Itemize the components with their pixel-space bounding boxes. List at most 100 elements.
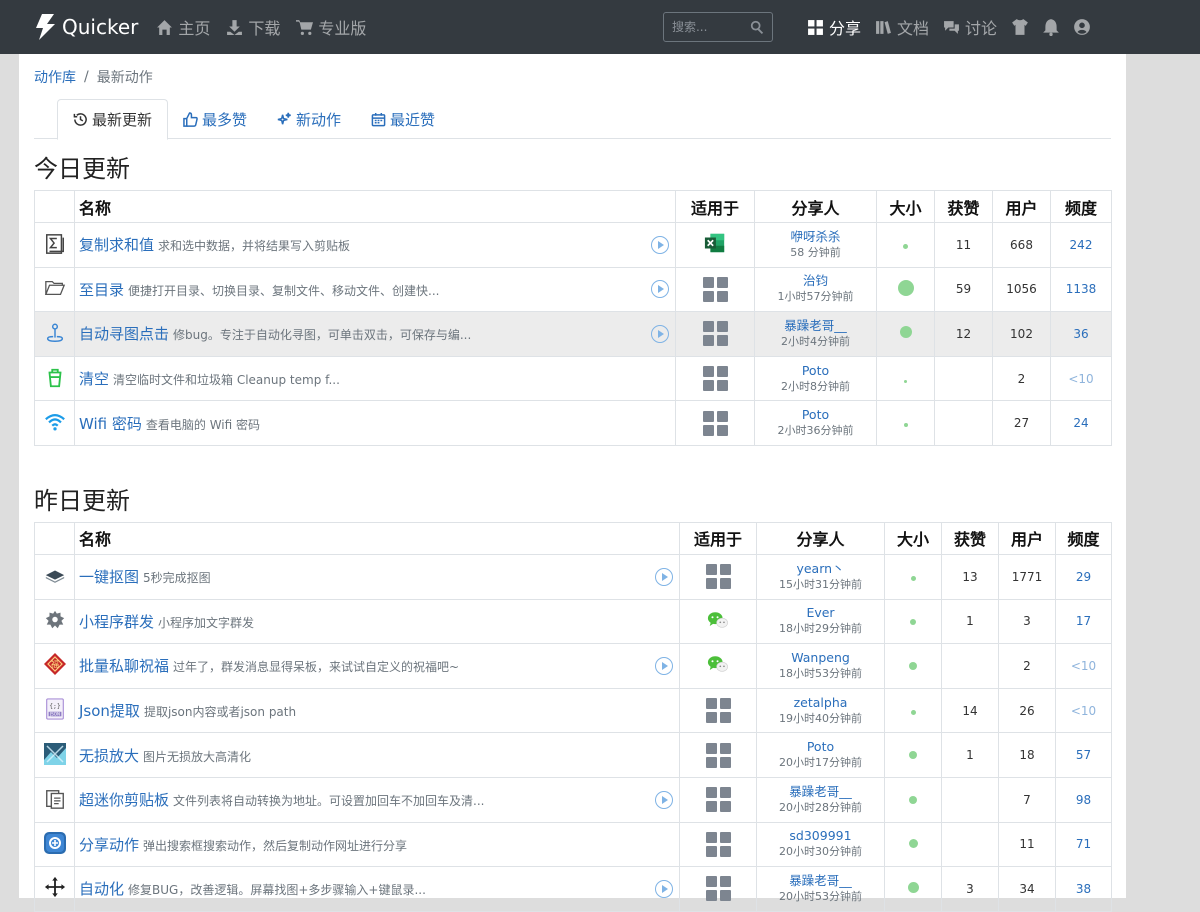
update-time: 20小时28分钟前 xyxy=(779,800,862,814)
play-video-icon[interactable] xyxy=(651,324,669,343)
action-name-link[interactable]: 一键抠图 xyxy=(79,568,139,586)
pin-icon xyxy=(43,321,67,345)
sharer-link[interactable]: Ever xyxy=(757,605,884,621)
likes-cell xyxy=(941,643,999,689)
bell-icon[interactable] xyxy=(1042,18,1060,36)
action-name-cell: 清空 清空临时文件和垃圾箱 Cleanup temp f... xyxy=(74,355,676,402)
table-row[interactable]: 福 批量私聊祝福 过年了，群发消息显得呆板，来试试自定义的祝福吧~ Wanpeng… xyxy=(34,643,1112,689)
sharer-cell: 暴躁老哥__ 2小时4分钟前 xyxy=(754,311,877,357)
sharer-link[interactable]: sd309991 xyxy=(757,828,884,844)
action-name-link[interactable]: 分享动作 xyxy=(79,836,139,854)
sharer-link[interactable]: Poto xyxy=(755,363,876,379)
tab-recent-likes[interactable]: 最近赞 xyxy=(356,99,450,139)
frequency-cell: 57 xyxy=(1055,732,1112,778)
nav-download[interactable]: 下载 xyxy=(226,15,280,39)
action-name-link[interactable]: 至目录 xyxy=(79,281,124,299)
yesterday-table: 名称 适用于 分享人 大小 获赞 用户 频度 一键抠图 5秒完成抠图 yearn丶… xyxy=(34,521,1112,912)
sharer-link[interactable]: 暴躁老哥__ xyxy=(757,873,884,889)
play-video-icon[interactable] xyxy=(655,879,673,898)
size-dot xyxy=(909,751,917,760)
likes-cell xyxy=(941,776,999,823)
size-cell xyxy=(884,732,942,778)
action-icon-cell xyxy=(34,821,75,868)
action-name-link[interactable]: 超迷你剪贴板 xyxy=(79,791,169,809)
play-video-icon[interactable] xyxy=(655,567,673,586)
table-row[interactable]: 至目录 便捷打开目录、切换目录、复制文件、移动文件、创建快... 治钧 1小时57分… xyxy=(34,266,1112,313)
play-video-icon[interactable] xyxy=(651,280,669,299)
nav-download-label: 下载 xyxy=(248,19,281,38)
update-time: 20小时30分钟前 xyxy=(779,845,862,859)
sharer-link[interactable]: zetalpha xyxy=(757,695,884,711)
table-row[interactable]: Wifi 密码 查看电脑的 Wifi 密码 Poto 2小时36分钟前 27 24 xyxy=(34,400,1112,446)
tshirt-icon[interactable] xyxy=(1011,18,1029,36)
nav-home[interactable]: 主页 xyxy=(156,15,210,39)
update-time: 1小时57分钟前 xyxy=(777,290,854,304)
action-description: 查看电脑的 Wifi 密码 xyxy=(145,417,261,432)
sharer-link[interactable]: 治钧 xyxy=(755,273,876,289)
nav-discuss[interactable]: 讨论 xyxy=(943,15,997,39)
action-name-link[interactable]: 无损放大 xyxy=(79,747,139,765)
tab-latest-updates[interactable]: 最新更新 xyxy=(57,99,169,140)
breadcrumb: 动作库 / 最新动作 xyxy=(34,67,1111,87)
clipboard-icon xyxy=(43,787,67,811)
search-box[interactable] xyxy=(662,12,773,42)
action-name-cell: 自动寻图点击 修bug。专注于自动化寻图，可单击双击，可保存与编... xyxy=(74,311,676,357)
table-row[interactable]: 复制求和值 求和选中数据，并将结果写入剪贴板 咿呀杀杀 58 分钟前 11 668 … xyxy=(34,222,1112,268)
action-name-cell: Json提取 提取json内容或者json path xyxy=(74,687,680,734)
table-row[interactable]: 无损放大 图片无损放大高清化 Poto 20小时17分钟前 1 18 57 xyxy=(34,732,1112,778)
nav-share[interactable]: 分享 xyxy=(807,15,861,39)
nav-pro[interactable]: 专业版 xyxy=(296,15,366,39)
all-apps-icon xyxy=(702,321,728,347)
header-name: 名称 xyxy=(74,190,676,223)
sharer-link[interactable]: Poto xyxy=(757,739,884,755)
search-icon[interactable] xyxy=(750,20,764,34)
sum-icon xyxy=(43,232,67,256)
table-row[interactable]: 超迷你剪贴板 文件列表将自动转换为地址。可设置加回车不加回车及清... 暴躁老哥_… xyxy=(34,776,1112,823)
table-row[interactable]: 分享动作 弹出搜索框搜索动作，然后复制动作网址进行分享 sd309991 20小时3… xyxy=(34,821,1112,868)
sharer-link[interactable]: yearn丶 xyxy=(757,561,884,577)
action-name-link[interactable]: 批量私聊祝福 xyxy=(79,657,169,675)
action-name-cell: Wifi 密码 查看电脑的 Wifi 密码 xyxy=(74,400,676,446)
action-name-link[interactable]: 自动寻图点击 xyxy=(79,325,169,343)
action-name-link[interactable]: 小程序群发 xyxy=(79,613,154,631)
header-size: 大小 xyxy=(884,521,942,555)
nav-docs[interactable]: 文档 xyxy=(875,15,929,39)
sharer-link[interactable]: 暴躁老哥__ xyxy=(757,784,884,800)
sharer-link[interactable]: 暴躁老哥__ xyxy=(755,318,876,334)
header-freq: 频度 xyxy=(1050,190,1112,223)
play-video-icon[interactable] xyxy=(655,656,673,675)
tab-most-likes[interactable]: 最多赞 xyxy=(168,99,262,139)
sharer-link[interactable]: 咿呀杀杀 xyxy=(755,229,876,245)
brand-logo[interactable]: Quicker xyxy=(34,14,138,40)
action-name-link[interactable]: Wifi 密码 xyxy=(79,415,142,433)
table-row[interactable]: {;} JSON Json提取 提取json内容或者json path zetalp… xyxy=(34,687,1112,734)
table-row[interactable]: 一键抠图 5秒完成抠图 yearn丶 15小时31分钟前 13 1771 29 xyxy=(34,553,1112,600)
action-name-link[interactable]: 自动化 xyxy=(79,880,124,898)
table-row[interactable]: 自动化 修复BUG，改善逻辑。屏幕找图+多步骤输入+键鼠录... 暴躁老哥__ 20… xyxy=(34,866,1112,912)
size-dot xyxy=(897,279,914,296)
sharer-link[interactable]: Wanpeng xyxy=(757,650,884,666)
size-cell xyxy=(884,643,942,689)
users-cell: 102 xyxy=(992,311,1051,357)
sharer-link[interactable]: Poto xyxy=(755,407,876,423)
action-icon-cell xyxy=(34,866,75,912)
action-name-link[interactable]: Json提取 xyxy=(79,702,140,720)
tab-new-actions[interactable]: 新动作 xyxy=(262,99,356,139)
frequency-cell: 71 xyxy=(1055,821,1112,868)
play-video-icon[interactable] xyxy=(655,790,673,809)
breadcrumb-root[interactable]: 动作库 xyxy=(34,67,76,87)
frequency-cell: <10 xyxy=(1055,643,1112,689)
action-name-link[interactable]: 清空 xyxy=(79,370,109,388)
play-video-icon[interactable] xyxy=(651,235,669,254)
table-row[interactable]: 小程序群发 小程序加文字群发 Ever 18小时29分钟前 1 3 17 xyxy=(34,598,1112,645)
table-row[interactable]: 清空 清空临时文件和垃圾箱 Cleanup temp f... Poto 2小时8分… xyxy=(34,355,1112,402)
header-icon xyxy=(34,190,75,223)
action-description: 修复BUG，改善逻辑。屏幕找图+多步骤输入+键鼠录... xyxy=(128,883,426,898)
user-circle-icon[interactable] xyxy=(1073,18,1091,36)
header-freq: 频度 xyxy=(1055,521,1112,555)
action-name-link[interactable]: 复制求和值 xyxy=(79,236,154,254)
table-row[interactable]: 自动寻图点击 修bug。专注于自动化寻图，可单击双击，可保存与编... 暴躁老哥_… xyxy=(34,311,1112,357)
search-input[interactable] xyxy=(671,20,744,34)
action-icon-cell xyxy=(34,598,75,645)
nav-pro-label: 专业版 xyxy=(318,19,367,38)
